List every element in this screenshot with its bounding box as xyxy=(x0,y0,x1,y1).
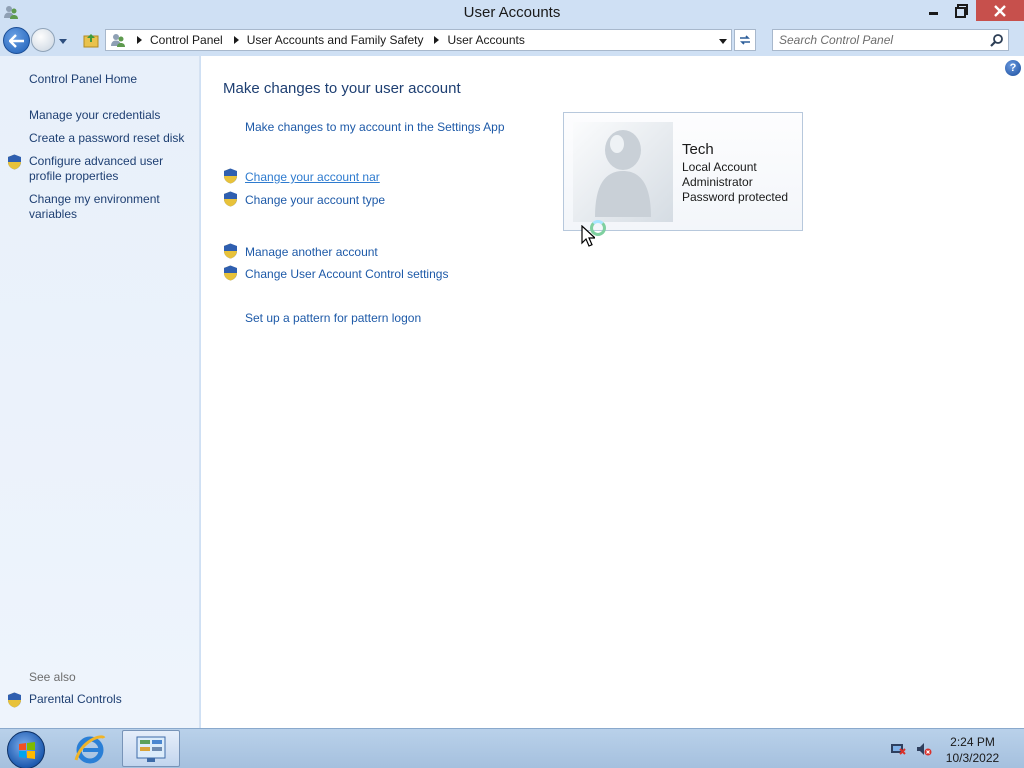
refresh-button[interactable] xyxy=(734,29,756,51)
user-name: Tech xyxy=(682,141,714,158)
task-settings-app[interactable]: Make changes to my account in the Settin… xyxy=(245,120,505,134)
task-manage-another-account[interactable]: Manage another account xyxy=(245,245,378,259)
search-icon[interactable] xyxy=(989,33,1004,48)
window-title: User Accounts xyxy=(463,4,561,21)
user-role: Administrator xyxy=(682,175,753,189)
breadcrumb-user-accounts[interactable]: User Accounts xyxy=(447,33,524,47)
control-panel-window-icon xyxy=(136,736,166,762)
forward-button[interactable] xyxy=(31,28,55,52)
user-password-status: Password protected xyxy=(682,190,789,204)
sidebar: Control Panel Home Manage your credentia… xyxy=(0,56,200,728)
network-icon[interactable] xyxy=(890,742,906,756)
sidebar-parental-controls[interactable]: Parental Controls xyxy=(29,692,122,707)
address-bar[interactable]: Control Panel User Accounts and Family S… xyxy=(105,29,732,51)
title-bar: User Accounts xyxy=(0,0,1024,26)
internet-explorer-icon xyxy=(74,735,106,764)
taskbar-internet-explorer[interactable] xyxy=(72,732,108,766)
avatar xyxy=(573,122,673,222)
help-button[interactable]: ? xyxy=(1005,60,1021,76)
control-panel-icon xyxy=(111,34,125,47)
back-button[interactable] xyxy=(3,27,30,54)
task-change-account-name[interactable]: Change your account nar xyxy=(245,170,380,184)
task-change-uac-settings[interactable]: Change User Account Control settings xyxy=(245,267,448,281)
recent-pages-dropdown-icon[interactable] xyxy=(58,36,68,46)
sidebar-create-password-reset-disk[interactable]: Create a password reset disk xyxy=(29,131,194,146)
sidebar-control-panel-home[interactable]: Control Panel Home xyxy=(29,72,137,87)
task-change-account-type[interactable]: Change your account type xyxy=(245,193,385,207)
see-also-label: See also xyxy=(29,670,76,684)
system-clock[interactable]: 2:24 PM 10/3/2022 xyxy=(930,734,1015,766)
clock-time: 2:24 PM xyxy=(950,735,995,749)
uac-shield-icon xyxy=(8,154,21,170)
busy-spinner-icon xyxy=(590,220,606,236)
main-content: ? Make changes to your user account Make… xyxy=(201,56,1024,728)
refresh-icon xyxy=(740,35,750,45)
close-icon xyxy=(994,4,1006,17)
uac-shield-icon xyxy=(224,168,237,184)
uac-shield-icon xyxy=(224,243,237,259)
sidebar-manage-credentials[interactable]: Manage your credentials xyxy=(29,108,194,123)
up-folder-icon[interactable] xyxy=(82,31,100,49)
navigation-bar: Control Panel User Accounts and Family S… xyxy=(0,26,1024,56)
taskbar-control-panel[interactable] xyxy=(122,730,180,767)
user-silhouette-icon xyxy=(595,130,651,217)
start-button[interactable] xyxy=(7,731,45,768)
taskbar: 2:24 PM 10/3/2022 xyxy=(0,728,1024,768)
back-arrow-icon xyxy=(8,33,24,48)
chevron-right-icon[interactable] xyxy=(232,36,240,44)
user-account-card: Tech Local Account Administrator Passwor… xyxy=(563,112,803,231)
minimize-icon xyxy=(929,11,938,15)
search-box[interactable] xyxy=(772,29,1009,51)
breadcrumb-control-panel[interactable]: Control Panel xyxy=(150,33,223,47)
search-input[interactable] xyxy=(773,30,973,50)
sidebar-change-environment-variables[interactable]: Change my environment variables xyxy=(29,192,179,222)
uac-shield-icon xyxy=(224,191,237,207)
chevron-right-icon[interactable] xyxy=(135,36,143,44)
task-pattern-logon[interactable]: Set up a pattern for pattern logon xyxy=(245,311,421,325)
minimize-button[interactable] xyxy=(920,0,948,21)
breadcrumb-user-accounts-family-safety[interactable]: User Accounts and Family Safety xyxy=(247,33,424,47)
address-dropdown-icon[interactable] xyxy=(719,37,727,45)
uac-shield-icon xyxy=(8,692,21,708)
chevron-right-icon[interactable] xyxy=(432,36,440,44)
clock-date: 10/3/2022 xyxy=(945,751,1000,765)
user-account-kind: Local Account xyxy=(682,160,757,174)
uac-shield-icon xyxy=(224,265,237,281)
question-mark-icon: ? xyxy=(1009,62,1017,74)
page-heading: Make changes to your user account xyxy=(223,80,461,97)
sidebar-configure-advanced-profile[interactable]: Configure advanced user profile properti… xyxy=(29,154,179,184)
close-button[interactable] xyxy=(976,0,1024,21)
restore-button[interactable] xyxy=(948,0,976,21)
windows-logo-icon xyxy=(19,742,35,759)
restore-icon xyxy=(955,3,968,18)
